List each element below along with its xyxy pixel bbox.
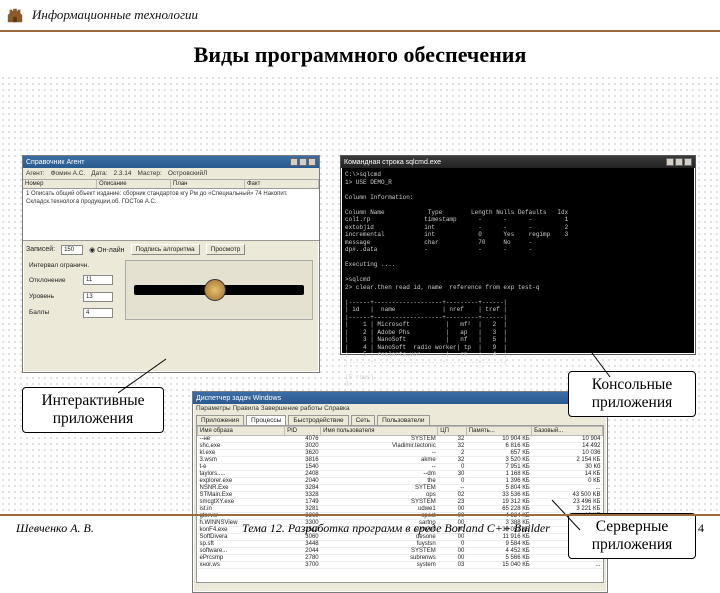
balls-field[interactable]: 4 <box>83 308 113 318</box>
minimize-icon[interactable] <box>290 158 298 166</box>
header-title: Информационные технологии <box>32 7 198 23</box>
tab-strip: ПриложенияПроцессыБыстродействиеСетьПоль… <box>193 413 607 425</box>
preview-button[interactable]: Просмотр <box>206 244 246 255</box>
grid-column-header[interactable]: Факт <box>245 180 319 188</box>
date-value: 2.3.14 <box>113 170 131 177</box>
maximize-icon[interactable] <box>299 158 307 166</box>
tab[interactable]: Пользователи <box>377 415 429 425</box>
column-header[interactable]: Имя пользователя <box>321 427 438 436</box>
agent-value: Фомин А.С. <box>51 170 86 177</box>
records-label: Записей: <box>26 246 55 253</box>
close-icon[interactable] <box>684 158 692 166</box>
table-row[interactable]: хнor.ws3700system0315 040 КБ... <box>198 562 603 569</box>
footer-author: Шевченко А. В. <box>16 521 94 536</box>
agent-label: Агент: <box>26 170 45 177</box>
table-row[interactable]: t­-e1540--07 951 КБ30 Кб <box>198 464 603 471</box>
maximize-icon[interactable] <box>675 158 683 166</box>
page-title: Виды программного обеспечения <box>0 42 720 68</box>
table-row[interactable]: STMain.Exe3328ops0233 536 КБ43 500 KB <box>198 492 603 499</box>
slider-widget[interactable] <box>125 260 313 320</box>
table-row[interactable]: software...2044SYSTEM004 452 КБ2 120 КБ <box>198 548 603 555</box>
grid-column-header[interactable]: Номер <box>23 180 97 188</box>
grid-header: НомерОписаниеПланФакт <box>23 180 319 189</box>
grid-column-header[interactable]: Описание <box>97 180 171 188</box>
header-bar: Информационные технологии <box>0 0 720 32</box>
column-header[interactable]: PID <box>285 427 321 436</box>
minimize-icon[interactable] <box>666 158 674 166</box>
table-row[interactable]: ePrcsmp2780sub­renws005 566 КБ15 115 <box>198 555 603 562</box>
footer-page: 4 <box>698 521 704 536</box>
radio-option[interactable]: ◉ Он-лайн <box>89 246 124 254</box>
callout-interactive: Интерактивные приложения <box>22 387 164 433</box>
console-window: Командная строка sqlcmd.exe C:\>sqlcmd 1… <box>340 155 696 355</box>
callout-console: Консольные приложения <box>568 371 696 417</box>
content-area: Справочник Агент Агент: Фомин А.С. Дата:… <box>0 75 720 512</box>
column-header[interactable]: Память... <box>466 427 531 436</box>
menu-bar[interactable]: Параметры Правила Завершение работы Спра… <box>193 404 607 413</box>
console-output[interactable]: C:\>sqlcmd 1> USE DEMO_R Column Informat… <box>341 168 695 392</box>
column-header[interactable]: ЦП <box>438 427 467 436</box>
close-icon[interactable] <box>308 158 316 166</box>
field-group: Интервал ограничн. Отклонение 11 Уровень… <box>23 258 119 322</box>
castle-icon <box>6 6 24 24</box>
master-value: ОстровскийЛ <box>168 170 208 177</box>
tab[interactable]: Процессы <box>246 415 286 425</box>
window-titlebar: Справочник Агент <box>23 156 319 168</box>
grid-column-header[interactable]: План <box>171 180 245 188</box>
tab[interactable]: Приложения <box>196 415 244 425</box>
footer: Шевченко А. В. Тема 12. Разработка прогр… <box>0 514 720 540</box>
callout-pointer <box>580 337 630 377</box>
date-label: Дата: <box>91 170 107 177</box>
process-table[interactable]: Имя образаPIDИмя пользователяЦППамять...… <box>196 425 604 583</box>
table-row[interactable]: --не4076SYSTEM3210 904 КБ10 904 <box>198 436 603 443</box>
master-label: Мастер: <box>138 170 162 177</box>
window-buttons <box>290 158 316 166</box>
table-row[interactable]: NSNR.Exe3284SYTEM--5 804 КБ... <box>198 485 603 492</box>
deviation-label: Отклонение <box>29 277 79 284</box>
column-header[interactable]: Имя образа <box>198 427 285 436</box>
table-row[interactable]: explorer.exe2040the01 396 КБ0 КБ <box>198 478 603 485</box>
table-row[interactable]: ist.in3281udwe10065 228 КБ3 221 КБ <box>198 506 603 513</box>
window-titlebar: Командная строка sqlcmd.exe <box>341 156 695 168</box>
deviation-field[interactable]: 11 <box>83 275 113 285</box>
toolbar: Агент: Фомин А.С. Дата: 2.3.14 Мастер: О… <box>23 168 319 180</box>
window-title-text: Командная строка sqlcmd.exe <box>344 159 441 166</box>
callout-pointer <box>118 359 178 393</box>
level-field[interactable]: 13 <box>83 292 113 302</box>
table-row[interactable]: s­p.sft3448f­uyst­sn09 584 КБ17 140 КБ <box>198 541 603 548</box>
table-row[interactable]: taylors.....2408--dm301 168 КБ14 КБ <box>198 471 603 478</box>
records-field[interactable]: 150 <box>61 245 83 255</box>
window-title-text: Диспетчер задач Windows <box>196 395 281 402</box>
column-header[interactable]: Базовый... <box>532 427 603 436</box>
task-manager-window: Диспетчер задач Windows Параметры Правил… <box>192 391 608 593</box>
level-label: Уровень <box>29 293 79 300</box>
slider-knob[interactable] <box>204 279 226 301</box>
table-row[interactable]: 3.wsm3816akme323 520 КБ2 154 КБ <box>198 457 603 464</box>
grid-body[interactable]: 1 Описать общий объект издание: сборник … <box>23 189 319 241</box>
interval-label: Интервал ограничн. <box>29 262 113 269</box>
table-row[interactable]: kl.exe3620--­2657 КБ10 036 <box>198 450 603 457</box>
footer-topic: Тема 12. Разработка программ в среде Bor… <box>94 521 698 536</box>
table-row[interactable]: shc.exe3020Vladimir.tectonic326 816 КБ14… <box>198 443 603 450</box>
window-titlebar: Диспетчер задач Windows <box>193 392 607 404</box>
sign-button[interactable]: Подпись алгоритма <box>131 244 200 255</box>
controls-row: Записей: 150 ◉ Он-лайн Подпись алгоритма… <box>23 241 319 258</box>
balls-label: Баллы <box>29 309 79 316</box>
table-row[interactable]: smcgtXY.exe1749SYSTEM2319 312 КБ23 496 К… <box>198 499 603 506</box>
window-title-text: Справочник Агент <box>26 159 84 166</box>
tab[interactable]: Сеть <box>351 415 375 425</box>
tab[interactable]: Быстродействие <box>288 415 348 425</box>
gui-application-window: Справочник Агент Агент: Фомин А.С. Дата:… <box>22 155 320 373</box>
